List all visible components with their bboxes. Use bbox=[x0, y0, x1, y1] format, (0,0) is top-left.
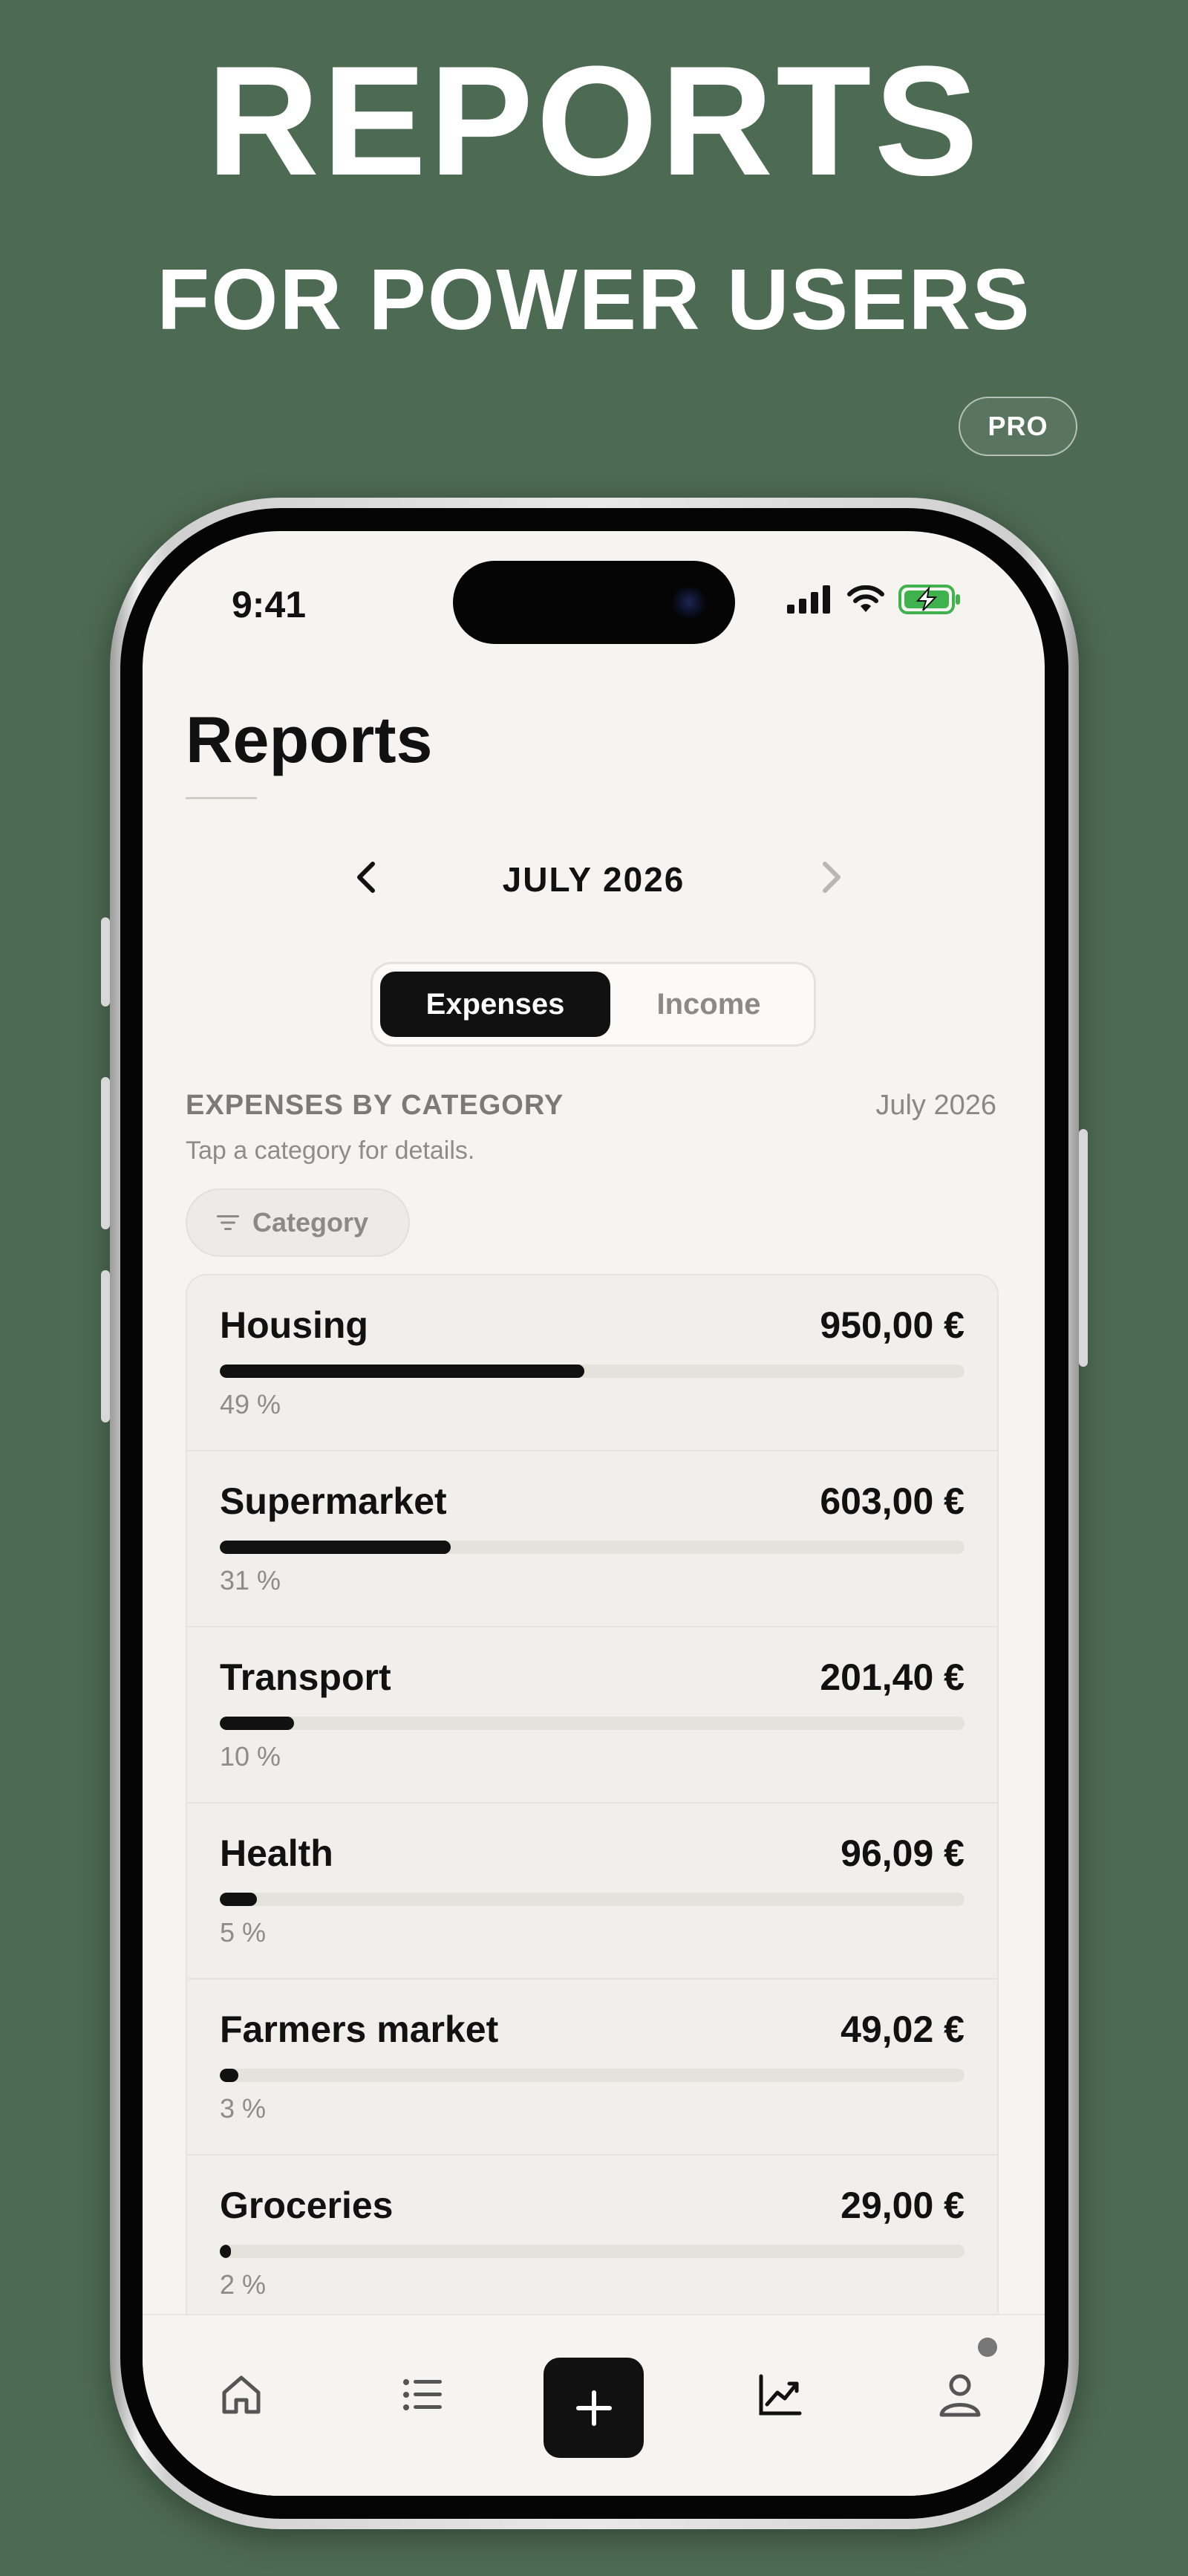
pro-badge: PRO bbox=[959, 397, 1077, 456]
power-button bbox=[1079, 1129, 1088, 1367]
category-name: Supermarket bbox=[220, 1480, 447, 1522]
category-amount: 96,09 € bbox=[841, 1832, 965, 1874]
type-segmented-control: Expenses Income bbox=[371, 962, 816, 1047]
category-name: Farmers market bbox=[220, 2009, 499, 2050]
list-icon[interactable] bbox=[397, 2369, 449, 2421]
section-hint: Tap a category for details. bbox=[186, 1136, 475, 1165]
category-name: Health bbox=[220, 1832, 333, 1874]
category-name: Groceries bbox=[220, 2185, 394, 2226]
volume-up-button bbox=[101, 1077, 110, 1229]
promo-subtitle: FOR POWER USERS bbox=[157, 251, 1031, 348]
category-progress bbox=[220, 1365, 965, 1378]
category-progress-fill bbox=[220, 1541, 451, 1554]
plus-icon bbox=[575, 2390, 612, 2426]
category-percent: 3 % bbox=[220, 2093, 267, 2124]
category-progress-fill bbox=[220, 1893, 258, 1906]
person-icon[interactable] bbox=[934, 2369, 986, 2421]
category-progress bbox=[220, 2245, 965, 2258]
section-date: July 2026 bbox=[875, 1090, 996, 1121]
category-amount: 29,00 € bbox=[841, 2185, 965, 2226]
category-row-groceries[interactable]: Groceries 29,00 € 2 % bbox=[187, 2156, 997, 2332]
chart-trend-icon[interactable] bbox=[754, 2369, 806, 2421]
month-navigator: JULY 2026 bbox=[143, 850, 1045, 910]
status-time: 9:41 bbox=[232, 584, 307, 625]
status-icons bbox=[787, 585, 962, 614]
phone-screen: 9:41 Reports JULY 2026 Expenses Income E… bbox=[143, 531, 1045, 2496]
volume-down-button bbox=[101, 1270, 110, 1422]
category-progress-fill bbox=[220, 2069, 239, 2082]
category-percent: 10 % bbox=[220, 1741, 281, 1772]
category-progress bbox=[220, 1717, 965, 1730]
category-percent: 31 % bbox=[220, 1565, 281, 1596]
category-row-supermarket[interactable]: Supermarket 603,00 € 31 % bbox=[187, 1451, 997, 1627]
notification-dot bbox=[978, 2338, 997, 2357]
page-title: Reports bbox=[186, 703, 433, 776]
category-amount: 950,00 € bbox=[820, 1304, 965, 1346]
category-amount: 49,02 € bbox=[841, 2009, 965, 2050]
tab-expenses[interactable]: Expenses bbox=[380, 972, 610, 1037]
section-title: EXPENSES BY CATEGORY bbox=[186, 1090, 564, 1121]
wifi-icon bbox=[847, 585, 884, 612]
title-divider bbox=[186, 797, 257, 799]
category-filter-chip[interactable]: Category bbox=[186, 1188, 410, 1257]
category-row-health[interactable]: Health 96,09 € 5 % bbox=[187, 1803, 997, 1980]
category-name: Housing bbox=[220, 1304, 368, 1346]
category-amount: 201,40 € bbox=[820, 1656, 965, 1698]
category-row-farmers-market[interactable]: Farmers market 49,02 € 3 % bbox=[187, 1980, 997, 2156]
tab-income[interactable]: Income bbox=[610, 972, 807, 1037]
category-progress bbox=[220, 1893, 965, 1906]
category-percent: 49 % bbox=[220, 1389, 281, 1419]
filter-lines-icon bbox=[217, 1215, 239, 1230]
category-row-transport[interactable]: Transport 201,40 € 10 % bbox=[187, 1627, 997, 1803]
dynamic-island bbox=[453, 561, 735, 644]
action-button bbox=[101, 917, 110, 1006]
category-name: Transport bbox=[220, 1656, 391, 1698]
camera-icon bbox=[673, 586, 705, 619]
month-label: JULY 2026 bbox=[502, 860, 685, 899]
category-progress-fill bbox=[220, 1717, 295, 1730]
category-progress bbox=[220, 2069, 965, 2082]
category-progress bbox=[220, 1541, 965, 1554]
add-transaction-button[interactable] bbox=[544, 2358, 644, 2458]
category-percent: 5 % bbox=[220, 1917, 267, 1948]
category-row-housing[interactable]: Housing 950,00 € 49 % bbox=[187, 1275, 997, 1451]
battery-charging-icon bbox=[898, 585, 960, 614]
home-icon[interactable] bbox=[215, 2369, 267, 2421]
promo-title: REPORTS bbox=[206, 33, 982, 208]
tab-bar bbox=[143, 2314, 1045, 2496]
category-list: Housing 950,00 € 49 % Supermarket 603,00… bbox=[186, 1274, 999, 2496]
signal-icon bbox=[787, 585, 830, 614]
category-amount: 603,00 € bbox=[820, 1480, 965, 1522]
chevron-right-icon[interactable] bbox=[809, 855, 853, 900]
category-filter-label: Category bbox=[252, 1207, 369, 1237]
category-progress-fill bbox=[220, 2245, 232, 2258]
category-percent: 2 % bbox=[220, 2269, 267, 2300]
category-progress-fill bbox=[220, 1365, 585, 1378]
